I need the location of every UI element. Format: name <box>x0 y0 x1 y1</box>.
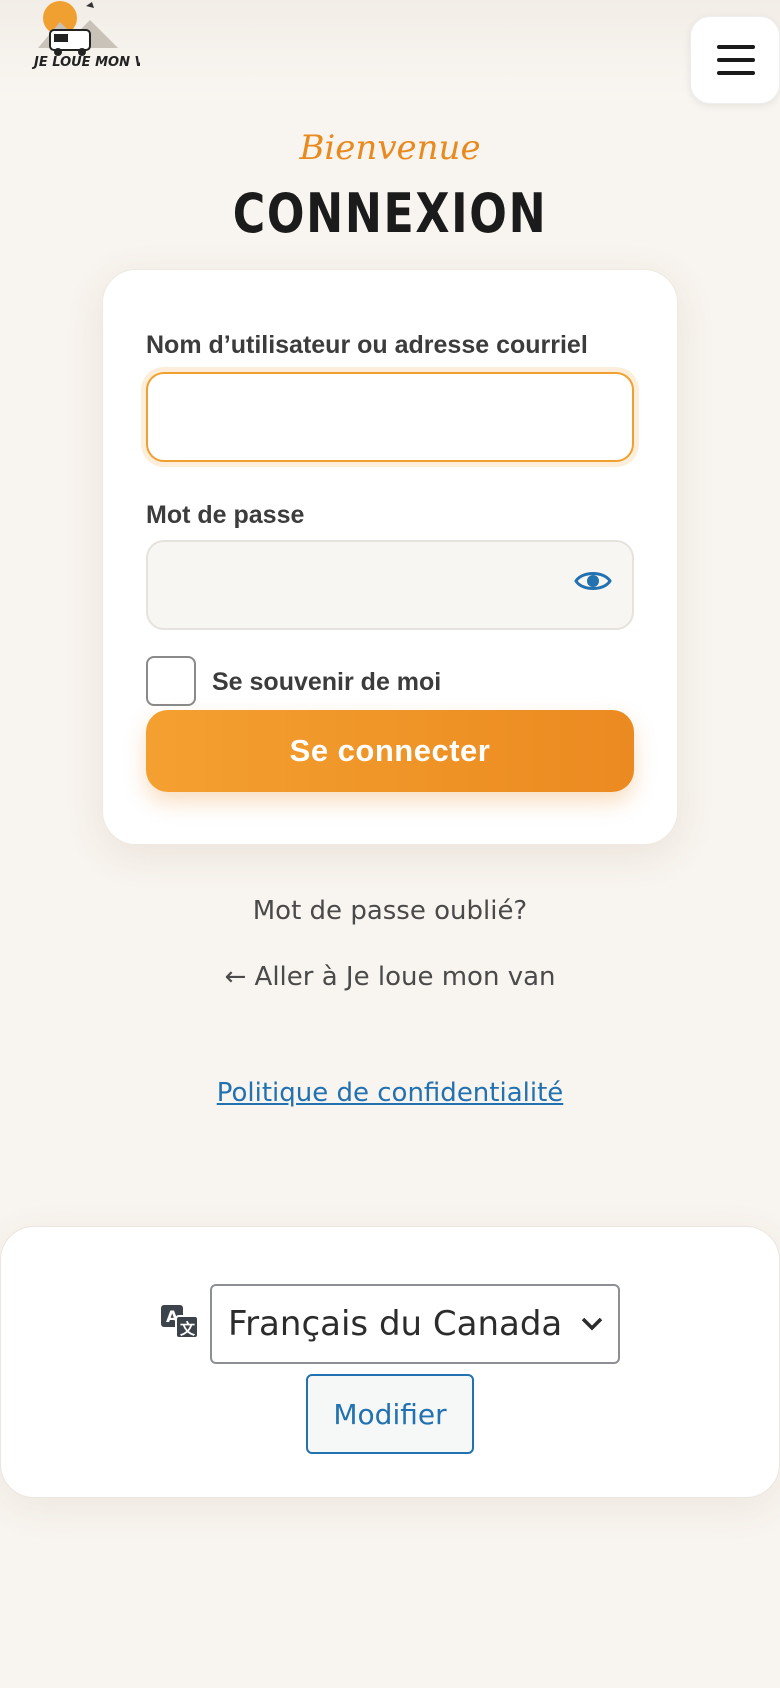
remember-me-label: Se souvenir de moi <box>212 668 442 696</box>
change-language-button[interactable]: Modifier <box>306 1374 474 1454</box>
eye-icon[interactable] <box>574 566 612 596</box>
svg-text:文: 文 <box>180 1320 196 1338</box>
username-input[interactable] <box>146 372 634 462</box>
lost-password-link[interactable]: Mot de passe oublié? <box>253 896 528 926</box>
svg-text:JE LOUE MON VAN: JE LOUE MON VAN <box>31 55 140 70</box>
lost-password-row: Mot de passe oublié? <box>0 896 780 926</box>
hamburger-menu-icon-bar <box>717 58 755 62</box>
back-to-site-row: ← Aller à Je loue mon van <box>0 962 780 992</box>
remember-me-checkbox[interactable] <box>146 656 196 706</box>
translate-icon: A 文 <box>161 1305 199 1339</box>
privacy-row: Politique de confidentialité <box>0 1078 780 1108</box>
hamburger-menu-icon-bar <box>717 71 755 75</box>
back-to-site-link[interactable]: ← Aller à Je loue mon van <box>224 962 555 992</box>
language-select[interactable]: Français du Canada <box>210 1284 620 1364</box>
password-label: Mot de passe <box>146 501 305 529</box>
hamburger-menu-icon <box>717 45 755 49</box>
page-title: CONNEXION <box>232 182 548 245</box>
menu-button[interactable] <box>690 16 780 104</box>
privacy-policy-link[interactable]: Politique de confidentialité <box>217 1078 564 1108</box>
language-select-value: Français du Canada <box>228 1304 563 1344</box>
password-input[interactable] <box>146 540 634 630</box>
je-loue-mon-van-logo[interactable]: JE LOUE MON VAN <box>30 0 140 72</box>
login-button[interactable]: Se connecter <box>146 710 634 792</box>
welcome-eyebrow: Bienvenue <box>299 128 481 168</box>
username-label: Nom d’utilisateur ou adresse courriel <box>146 331 588 359</box>
chevron-down-icon <box>581 1317 603 1331</box>
